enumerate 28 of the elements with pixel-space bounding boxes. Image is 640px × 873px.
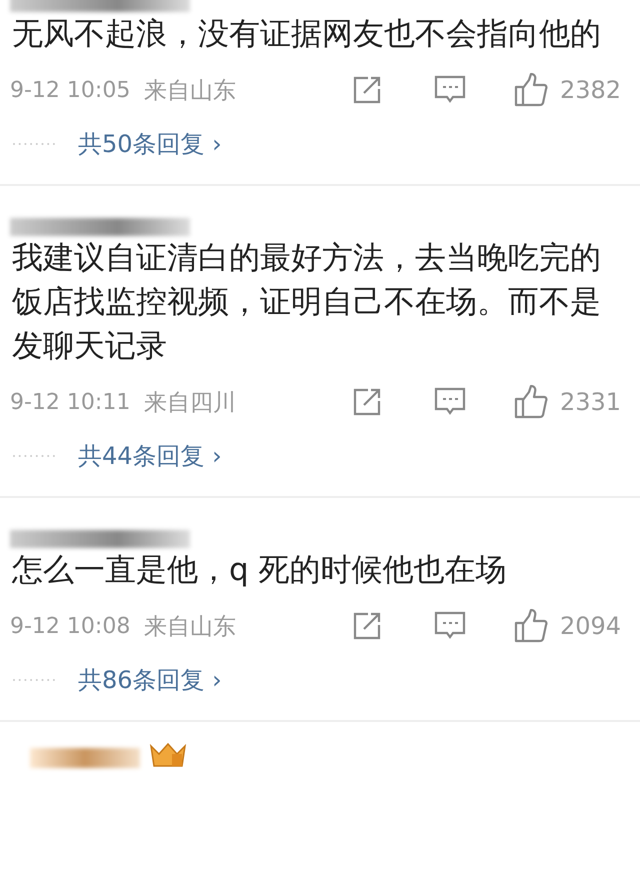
- share-icon[interactable]: [352, 611, 382, 641]
- comment-icon[interactable]: [434, 611, 466, 641]
- dotted-line-icon: [12, 678, 56, 682]
- comment-icon[interactable]: [434, 387, 466, 417]
- dotted-line-icon: [12, 454, 56, 458]
- thumbs-up-icon[interactable]: [514, 385, 548, 419]
- comment-time: 9-12 10:05: [10, 78, 132, 102]
- share-icon[interactable]: [352, 387, 382, 417]
- comment-time: 9-12 10:11: [10, 390, 132, 414]
- comment-icon[interactable]: [434, 75, 466, 105]
- replies-link[interactable]: 共44条回复 ›: [78, 440, 222, 472]
- share-icon[interactable]: [352, 75, 382, 105]
- comment-location: 来自四川: [144, 388, 237, 418]
- like-count: 2331: [560, 388, 622, 416]
- thumbs-up-icon[interactable]: [514, 609, 548, 643]
- thumbs-up-icon[interactable]: [514, 73, 548, 107]
- like-count: 2094: [560, 612, 622, 640]
- like-count: 2382: [560, 76, 622, 104]
- replies-link[interactable]: 共50条回复 ›: [78, 128, 222, 160]
- comment-location: 来自山东: [144, 76, 237, 106]
- comment-text: 我建议自证清白的最好方法，去当晚吃完的饭店找监控视频，证明自己不在场。而不是发聊天记录: [11, 239, 602, 366]
- comment-text: 无风不起浪，没有证据网友也不会指向他的: [11, 15, 602, 54]
- crown-badge-icon: [148, 742, 188, 768]
- dotted-line-icon: [12, 142, 56, 146]
- comment-time: 9-12 10:08: [10, 614, 132, 638]
- comment-location: 来自山东: [144, 612, 237, 642]
- replies-link[interactable]: 共86条回复 ›: [78, 664, 222, 696]
- comment-text: 怎么一直是他，q 死的时候他也在场: [10, 551, 508, 590]
